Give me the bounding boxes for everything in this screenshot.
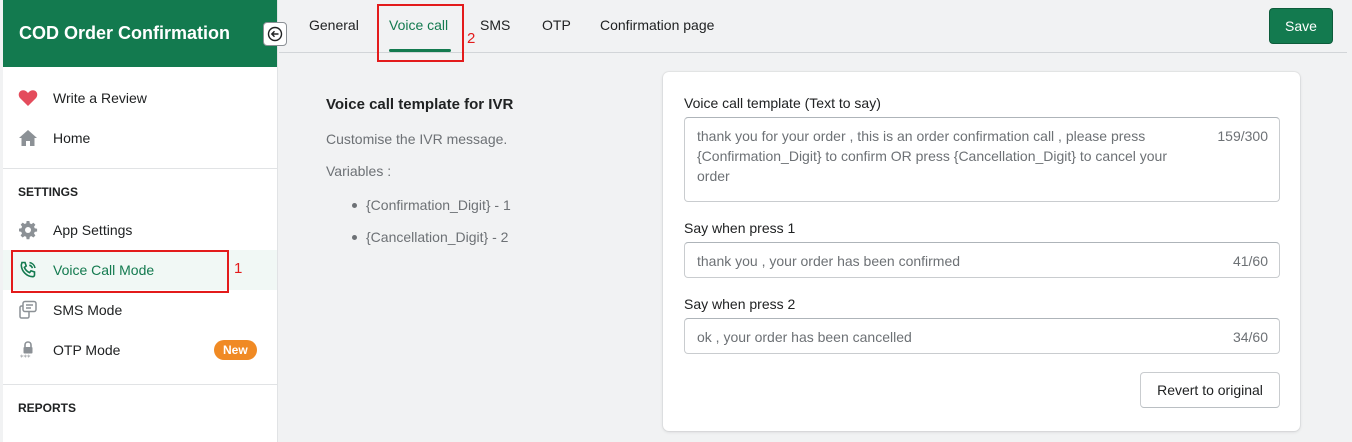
press1-value: thank you , your order has been confirme… <box>697 253 961 269</box>
press2-field-label: Say when press 2 <box>684 296 796 312</box>
collapse-sidebar-button[interactable] <box>263 22 287 46</box>
sidebar-item-home[interactable]: Home <box>3 118 277 158</box>
sidebar-item-label: App Settings <box>53 222 133 238</box>
new-badge: New <box>214 340 257 360</box>
template-char-count: 159/300 <box>1217 128 1268 144</box>
press1-char-count: 41/60 <box>1232 253 1268 269</box>
heart-icon <box>17 87 39 109</box>
arrow-left-circle-icon <box>267 26 283 42</box>
gear-icon <box>17 219 39 241</box>
tab-otp[interactable]: OTP <box>542 17 571 33</box>
sidebar-item-otp-mode[interactable]: *** OTP Mode New <box>3 330 277 370</box>
settings-section-label: SETTINGS <box>18 185 79 199</box>
press2-value: ok , your order has been cancelled <box>697 329 912 345</box>
variables-label: Variables : <box>326 163 392 179</box>
tab-sms[interactable]: SMS <box>480 17 510 33</box>
svg-text:***: *** <box>20 354 31 361</box>
annotation-number-1: 1 <box>234 260 243 277</box>
sidebar-item-label: SMS Mode <box>53 302 123 318</box>
press2-char-count: 34/60 <box>1232 329 1268 345</box>
template-textarea[interactable]: thank you for your order , this is an or… <box>684 117 1280 202</box>
sms-icon <box>17 299 39 321</box>
sidebar-item-label: Home <box>53 130 91 146</box>
tab-confirmation-page[interactable]: Confirmation page <box>600 17 714 33</box>
annotation-number-2: 2 <box>467 30 476 47</box>
annotation-box-voice-call-tab <box>377 4 464 62</box>
voice-call-form-card: Voice call template (Text to say) thank … <box>663 72 1300 431</box>
sidebar-item-label: OTP Mode <box>53 342 121 358</box>
press1-field-label: Say when press 1 <box>684 220 796 236</box>
otp-lock-icon: *** <box>17 339 39 361</box>
home-icon <box>17 127 39 149</box>
template-field-label: Voice call template (Text to say) <box>684 95 881 111</box>
reports-section-label: REPORTS <box>18 401 77 415</box>
list-item: {Confirmation_Digit} - 1 <box>349 197 511 229</box>
app-title: COD Order Confirmation <box>3 0 277 67</box>
sidebar-item-app-settings[interactable]: App Settings <box>3 210 277 250</box>
sidebar-item-sms-mode[interactable]: SMS Mode <box>3 290 277 330</box>
save-button[interactable]: Save <box>1269 8 1333 44</box>
section-description: Customise the IVR message. <box>326 131 508 147</box>
section-title: Voice call template for IVR <box>326 96 514 113</box>
variables-list: {Confirmation_Digit} - 1 {Cancellation_D… <box>349 197 511 261</box>
revert-to-original-button[interactable]: Revert to original <box>1140 372 1280 408</box>
list-item: {Cancellation_Digit} - 2 <box>349 229 511 261</box>
press2-input[interactable]: ok , your order has been cancelled 34/60 <box>684 318 1280 354</box>
template-value: thank you for your order , this is an or… <box>697 128 1168 184</box>
sidebar: COD Order Confirmation Write a Review Ho… <box>3 0 278 442</box>
annotation-box-voice-call-mode <box>11 250 229 293</box>
press1-input[interactable]: thank you , your order has been confirme… <box>684 242 1280 278</box>
sidebar-item-label: Write a Review <box>53 90 147 106</box>
sidebar-item-write-review[interactable]: Write a Review <box>3 78 277 118</box>
tab-general[interactable]: General <box>309 17 359 33</box>
